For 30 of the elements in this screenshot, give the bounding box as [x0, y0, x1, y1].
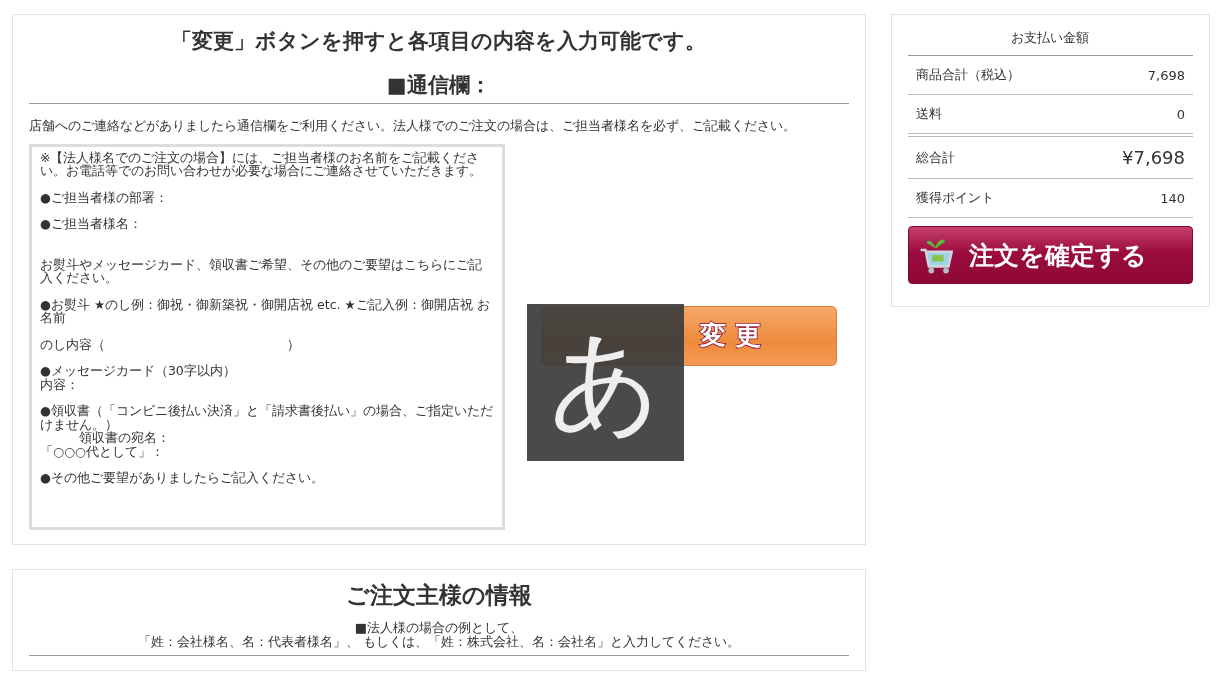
- message-text: のし内容（ ）: [40, 337, 301, 351]
- message-text: ●ご担当者様名：: [40, 217, 143, 231]
- row-label: 獲得ポイント: [915, 189, 994, 207]
- message-text: お熨斗やメッセージカード、領収書ご希望、その他のご要望はこちらにご記入ください。: [40, 257, 483, 285]
- message-text: ●領収書（「コンビニ後払い決済」と「請求書後払い」の場合、ご指定いただけません。）: [40, 404, 494, 431]
- row-value: 0: [1176, 106, 1185, 122]
- message-text: 領収書の宛名：: [79, 431, 171, 445]
- note-text: ■法人様の場合の例として、: [353, 620, 524, 635]
- row-label: 総合計: [915, 148, 955, 167]
- row-value: 7,698: [1147, 67, 1185, 83]
- row-value: 140: [1160, 190, 1185, 206]
- instruction-heading: 「変更」ボタンを押すと各項目の内容を入力可能です。: [170, 28, 708, 55]
- message-text: ●その他ご要望がありましたらご記入ください。: [40, 471, 325, 485]
- row-label: 送料: [915, 105, 942, 123]
- payment-title: お支払い金額: [907, 23, 1193, 56]
- confirm-order-button[interactable]: 注文を確定する: [907, 226, 1193, 284]
- message-text: ●ご担当者様の部署：: [40, 190, 169, 204]
- message-text: ●メッセージカード（30字以内）: [40, 364, 237, 378]
- message-text: 「○○○代として」：: [40, 444, 165, 458]
- section-title: ■通信欄：: [385, 72, 492, 99]
- message-field[interactable]: [29, 143, 505, 530]
- message-text: ※【法人様名でのご注文の場合】には、ご担当者様のお名前をご記載ください。お電話等でのお問い合わせが必要な場合にご連絡させていただきます。: [40, 150, 483, 178]
- note-text: 「姓：会社様名、名：代表者様名」、 もしくは、「姓：株式会社、名：会社名」と入力してください。: [136, 634, 741, 650]
- description-text: 店舗へのご連絡などがありましたら通信欄をご利用ください。法人様でのご注文の場合は、ご担当者様名を必ず、ご記載ください。: [29, 117, 797, 135]
- message-text: ●お熨斗 ★のし例：御祝・御新築祝・御開店祝 etc. ★ご記入例：御開店祝 お名前: [40, 297, 491, 325]
- ime-indicator: あ: [527, 303, 684, 461]
- row-value: ¥7,698: [1122, 147, 1185, 168]
- message-text: 内容：: [40, 377, 79, 391]
- customer-heading: ご注文主様の情報: [344, 580, 533, 610]
- row-label: 商品合計（税込）: [915, 66, 1020, 84]
